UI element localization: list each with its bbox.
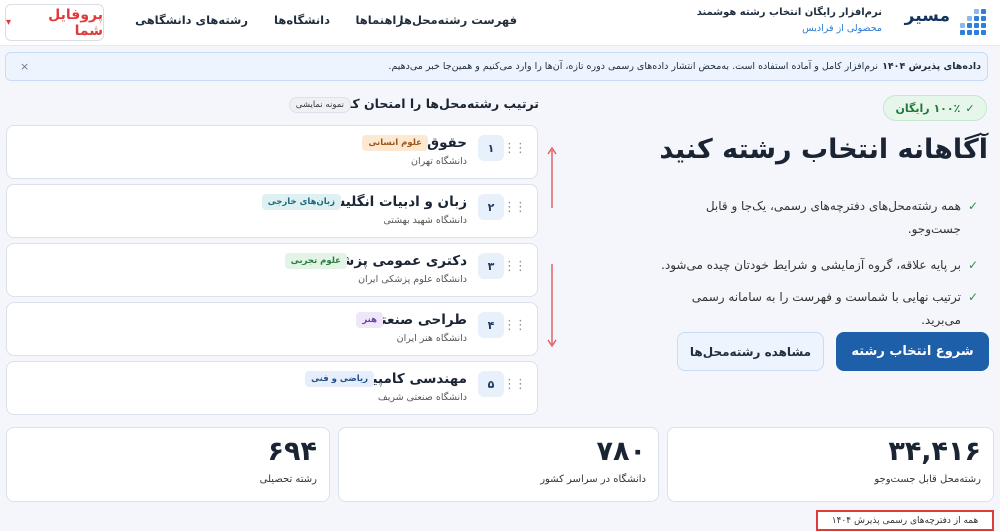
- list-item[interactable]: ⋮⋮ ۱ حقوق علوم انسانی دانشگاه تهران: [6, 125, 538, 179]
- brand-tagline: نرم‌افزار رایگان انتخاب رشته هوشمند: [696, 7, 882, 18]
- stat-card: ۶۹۴ رشته تحصیلی: [6, 427, 330, 502]
- stat-card: ۷۸۰ دانشگاه در سراسر کشور: [338, 427, 659, 502]
- university-name: دانشگاه شهید بهشتی: [383, 215, 467, 226]
- university-name: دانشگاه هنر ایران: [396, 333, 467, 344]
- stat-label: رشته تحصیلی: [259, 474, 317, 485]
- feature-text: همه رشته‌محل‌های دفترچه‌های رسمی، یک‌جا …: [705, 199, 961, 236]
- drag-handle-icon[interactable]: ⋮⋮: [503, 259, 527, 274]
- nav-guides[interactable]: راهنماها: [355, 13, 403, 27]
- view-majors-button[interactable]: مشاهده رشته‌محل‌ها: [677, 332, 824, 371]
- feature-text: ترتیب نهایی با شماست و فهرست را به سامان…: [691, 290, 961, 327]
- group-tag: زبان‌های خارجی: [261, 194, 341, 210]
- group-tag: علوم تجربی: [284, 253, 347, 269]
- rank-number: ۲: [478, 194, 504, 220]
- brand-name[interactable]: مسیر: [905, 6, 950, 26]
- top-header: مسیر نرم‌افزار رایگان انتخاب رشته هوشمند…: [0, 0, 1000, 46]
- drag-handle-icon[interactable]: ⋮⋮: [503, 200, 527, 215]
- stat-label: دانشگاه در سراسر کشور: [540, 474, 646, 485]
- start-selection-button[interactable]: شروع انتخاب رشته: [836, 332, 989, 371]
- list-item[interactable]: ⋮⋮ ۲ زبان و ادبیات انگلیسی زبان‌های خارج…: [6, 184, 538, 238]
- rank-number: ۵: [478, 371, 504, 397]
- stat-value: ۷۸۰: [596, 436, 646, 467]
- stat-value: ۶۹۴: [267, 436, 317, 467]
- feature-item: ✓ همه رشته‌محل‌های دفترچه‌های رسمی، یک‌ج…: [658, 195, 978, 241]
- demo-title: ترتیب رشته‌محل‌ها را امتحان کنید: [334, 96, 539, 111]
- nav-majors-list[interactable]: فهرست رشته‌محل‌ها: [400, 13, 517, 27]
- stat-value: ۳۴,۴۱۶: [888, 436, 981, 467]
- check-icon: ✓: [967, 290, 978, 304]
- feature-text: بر پایه علاقه، گروه آزمایشی و شرایط خودت…: [661, 258, 961, 272]
- university-name: دانشگاه صنعتی شریف: [377, 392, 467, 403]
- feature-item: ✓ بر پایه علاقه، گروه آزمایشی و شرایط خو…: [658, 254, 978, 277]
- profile-button[interactable]: پروفایل شما ▾: [5, 4, 104, 41]
- free-badge-label: ۱۰۰٪ رایگان: [895, 101, 961, 115]
- rank-number: ۳: [478, 253, 504, 279]
- feature-item: ✓ ترتیب نهایی با شماست و فهرست را به سام…: [658, 286, 978, 332]
- rank-number: ۴: [478, 312, 504, 338]
- free-badge: ✓ ۱۰۰٪ رایگان: [883, 95, 987, 121]
- notice-text: نرم‌افزار کامل و آماده استفاده است. به‌م…: [388, 61, 879, 72]
- logo-icon[interactable]: [958, 9, 986, 37]
- list-item[interactable]: ⋮⋮ ۵ مهندسی کامپیوتر ریاضی و فنی دانشگاه…: [6, 361, 538, 415]
- profile-label: پروفایل شما: [48, 6, 103, 39]
- reorder-arrows-icon: [547, 146, 557, 348]
- university-name: دانشگاه تهران: [410, 156, 467, 167]
- university-name: دانشگاه علوم پزشکی ایران: [358, 274, 467, 285]
- check-icon: ✓: [967, 199, 978, 213]
- check-icon: ✓: [965, 101, 975, 115]
- source-footnote: همه از دفترچه‌های رسمی پذیرش ۱۴۰۴: [816, 510, 994, 531]
- major-name: حقوق: [427, 135, 467, 151]
- stat-card: ۳۴,۴۱۶ رشته‌محل قابل جست‌وجو: [667, 427, 994, 502]
- drag-handle-icon[interactable]: ⋮⋮: [503, 318, 527, 333]
- drag-handle-icon[interactable]: ⋮⋮: [503, 377, 527, 392]
- brand-subtitle[interactable]: محصولی از فرادیس: [802, 23, 882, 34]
- rank-number: ۱: [478, 135, 504, 161]
- list-item[interactable]: ⋮⋮ ۳ دکتری عمومی پزشکی علوم تجربی دانشگا…: [6, 243, 538, 297]
- notice-title: داده‌های پذیرش ۱۴۰۴: [882, 61, 981, 72]
- nav-universities[interactable]: دانشگاه‌ها: [274, 13, 330, 27]
- drag-handle-icon[interactable]: ⋮⋮: [503, 141, 527, 156]
- close-icon[interactable]: ×: [20, 60, 29, 73]
- group-tag: ریاضی و فنی: [305, 371, 374, 387]
- notice-banner: داده‌های پذیرش ۱۴۰۴ نرم‌افزار کامل و آما…: [5, 52, 988, 81]
- chevron-down-icon: ▾: [6, 17, 12, 28]
- demo-tag: نمونه نمایشی: [288, 97, 351, 113]
- group-tag: هنر: [356, 312, 383, 328]
- check-icon: ✓: [967, 258, 978, 272]
- hero-title: آگاهانه انتخاب رشته کنید: [659, 134, 988, 165]
- list-item[interactable]: ⋮⋮ ۴ طراحی صنعتی هنر دانشگاه هنر ایران: [6, 302, 538, 356]
- nav-university-majors[interactable]: رشته‌های دانشگاهی: [135, 13, 248, 27]
- stat-label: رشته‌محل قابل جست‌وجو: [874, 474, 981, 485]
- group-tag: علوم انسانی: [362, 135, 428, 151]
